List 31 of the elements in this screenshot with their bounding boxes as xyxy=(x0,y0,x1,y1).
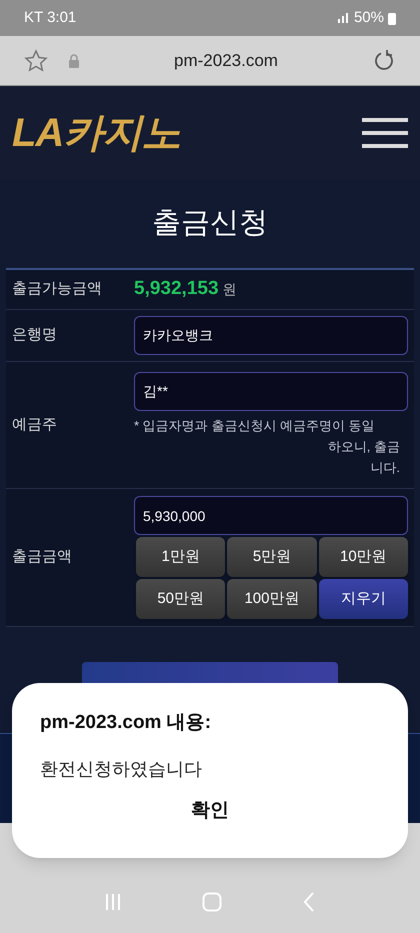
battery-icon xyxy=(388,12,396,24)
page-title: 출금신청 xyxy=(152,206,268,242)
carrier-time: KT 3:01 xyxy=(24,8,76,28)
notice-text: * 입금자명과 출금신청시 예금주명이 동일 xyxy=(134,417,376,435)
dialog-message: 환전신청하였습니다 xyxy=(40,758,203,780)
notice-text: 니다. xyxy=(369,459,401,477)
lock-icon xyxy=(68,54,80,68)
amount-button[interactable]: 50만원 xyxy=(136,579,226,619)
amount-button[interactable]: 5만원 xyxy=(227,537,317,577)
amount-button[interactable]: 1만원 xyxy=(136,537,226,577)
battery-level: 50% xyxy=(354,8,384,28)
url-text[interactable]: pm-2023.com xyxy=(80,48,372,74)
dialog-title: pm-2023.com 내용: xyxy=(40,711,212,735)
field-label: 출금금액 xyxy=(11,547,73,568)
bank-field[interactable]: 카카오뱅크 xyxy=(134,316,408,355)
currency-unit: 원 xyxy=(222,280,237,299)
amount-button[interactable]: 지우기 xyxy=(318,579,408,619)
available-amount: 5,932,153 xyxy=(134,277,219,302)
star-icon[interactable] xyxy=(24,48,48,72)
amount-field[interactable]: 5,930,000 xyxy=(134,496,408,535)
field-label: 예금주 xyxy=(11,414,58,435)
amount-button[interactable]: 10만원 xyxy=(318,537,408,577)
menu-icon[interactable] xyxy=(362,118,408,148)
notice-text: 하오니, 출금 xyxy=(326,438,401,456)
amount-button[interactable]: 100만원 xyxy=(227,579,317,619)
holder-field[interactable]: 김** xyxy=(134,372,408,411)
reload-icon[interactable] xyxy=(372,48,396,72)
field-label: 은행명 xyxy=(11,325,58,346)
field-label: 출금가능금액 xyxy=(11,279,103,300)
confirm-button[interactable]: 확인 xyxy=(175,792,245,829)
signal-icon xyxy=(336,13,350,23)
